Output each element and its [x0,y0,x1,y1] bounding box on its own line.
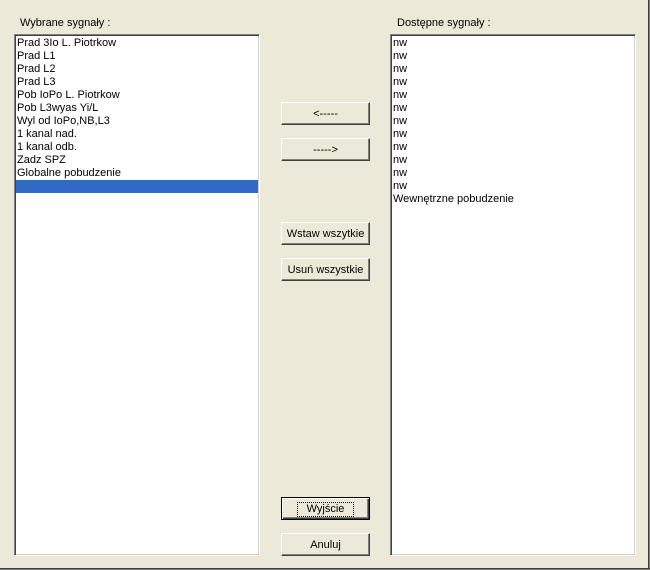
selected-signal-item[interactable]: Prad 3Io L. Piotrkow [16,37,258,50]
move-right-button[interactable]: -----> [281,138,370,161]
selected-signals-list[interactable]: Prad 3Io L. Piotrkow Prad L1 Prad L2 Prad L… [14,34,260,556]
selected-signal-item[interactable]: Prad L2 [16,63,258,76]
selected-signals-label: Wybrane sygnały : [20,17,111,29]
selected-signal-item[interactable]: Prad L1 [16,50,258,63]
available-signal-item[interactable]: nw [392,63,634,76]
selected-signal-item[interactable]: Globalne pobudzenie [16,167,258,180]
exit-button-label: Wyjście [296,501,355,517]
available-signal-item[interactable]: nw [392,102,634,115]
selected-signal-item[interactable]: 1 kanal nad. [16,128,258,141]
move-left-button[interactable]: <----- [281,102,370,125]
available-signals-list[interactable]: nw nw nw nw nw nw nw nw nw nw nw nw Wewnętrzne pobud… [390,34,636,556]
selected-signal-item[interactable]: Zadz SPZ [16,154,258,167]
available-signal-item[interactable]: nw [392,115,634,128]
available-signal-item[interactable]: Wewnętrzne pobudzenie [392,193,634,206]
available-signal-item[interactable]: nw [392,167,634,180]
available-signal-item[interactable]: nw [392,180,634,193]
selected-signal-item[interactable]: Wyl od IoPo,NB,L3 [16,115,258,128]
available-signal-item[interactable]: nw [392,154,634,167]
exit-button[interactable]: Wyjście [281,497,370,520]
available-signal-item[interactable]: nw [392,37,634,50]
available-signal-item[interactable]: nw [392,89,634,102]
available-signal-item[interactable]: nw [392,76,634,89]
available-signal-item[interactable]: nw [392,141,634,154]
available-signals-label: Dostępne sygnały : [397,17,491,29]
selected-signal-item[interactable]: Prad L3 [16,76,258,89]
selected-signal-item[interactable]: Pob IoPo L. Piotrkow [16,89,258,102]
available-signal-item[interactable]: nw [392,128,634,141]
selected-signal-item[interactable]: Pob L3wyas Yi/L [16,102,258,115]
remove-all-button[interactable]: Usuń wszystkie [281,258,370,281]
selected-signal-item[interactable] [16,180,258,193]
cancel-button[interactable]: Anuluj [281,533,370,556]
selected-signal-item[interactable]: 1 kanal odb. [16,141,258,154]
available-signal-item[interactable]: nw [392,50,634,63]
insert-all-button[interactable]: Wstaw wszytkie [281,222,370,245]
